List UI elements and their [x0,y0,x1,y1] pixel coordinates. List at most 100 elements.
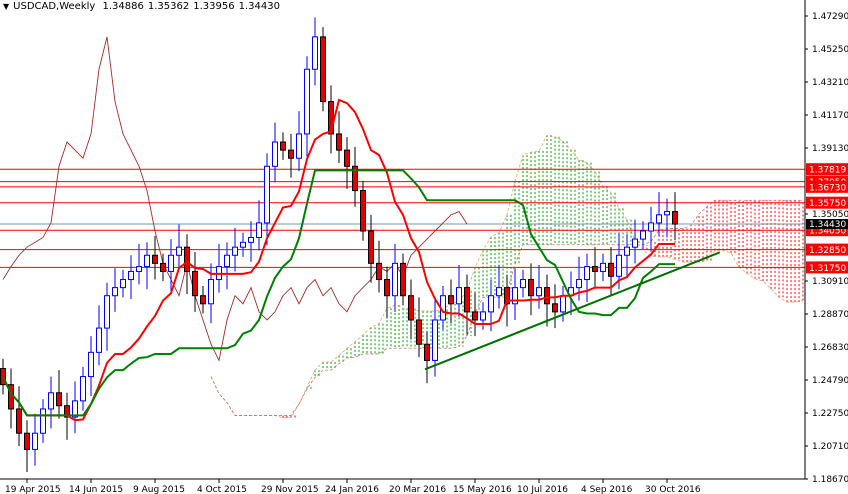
candle-body [160,262,166,272]
y-tick-label: 1.30910 [812,277,848,287]
candle [640,221,646,249]
y-tick-label: 1.45250 [812,45,848,55]
candle [200,286,206,314]
y-tick-label: 1.24790 [812,376,848,386]
candle [104,282,110,351]
candle [48,376,54,429]
candle-body [544,287,550,305]
candle-body [264,165,270,224]
x-tick-label: 24 Jan 2016 [325,485,379,494]
candle-body [384,279,390,297]
x-tick-label: 29 Nov 2015 [261,485,319,494]
candle-body [616,254,622,277]
price-chart[interactable]: 1.47290 1.45250 1.43210 1.41170 1.39130 1.350… [0,0,848,494]
candle-body [40,408,46,434]
x-tick-label: 15 May 2016 [453,485,512,494]
candle-body [448,295,454,305]
candle [128,255,134,299]
symbol-label: USDCAD,Weekly [13,1,96,12]
level-price-label: 1.31750 [809,264,846,274]
candle-body [496,287,502,297]
candle [32,413,38,466]
candle-body [152,254,158,264]
candle-body [664,211,670,216]
chikou-span [2,36,468,362]
candle [672,192,678,241]
candle-body [24,432,30,450]
candle [152,235,158,280]
candle [272,122,278,183]
x-tick-label: 19 Apr 2015 [5,485,61,494]
candle-body [376,262,382,281]
y-tick-label: 1.47290 [812,12,848,22]
candle-body [296,133,302,159]
candle-body [600,262,606,272]
candle [40,399,46,443]
candle [320,27,326,112]
candle-body [184,246,190,272]
level-price-label: 1.35750 [809,199,846,209]
candle-body [280,141,286,151]
open-value: 1.34886 [102,1,144,12]
y-tick-label: 1.20710 [812,442,848,452]
candle [424,331,430,384]
candle [408,279,414,340]
candle [544,274,550,327]
candle-body [576,279,582,289]
candle [472,292,478,337]
candle [336,111,342,164]
candle-body [424,343,430,361]
candle-body [408,295,414,321]
candle-body [392,262,398,297]
candle-body [648,222,654,232]
candle [648,206,654,251]
candle-body [56,392,62,407]
candle-body [656,214,662,224]
candle-body [256,222,262,238]
candle-body [456,287,462,305]
candle-body [240,241,246,248]
candle-body [96,327,102,353]
ichimoku-cloud [282,135,808,418]
candle-body [416,319,422,345]
kijun-sen [2,169,675,417]
x-tick-label: 4 Oct 2015 [197,485,247,494]
candle-body [16,408,22,434]
candle-body [200,295,206,305]
candle-body [120,279,126,289]
candle [296,111,302,172]
close-value: 1.34430 [238,1,280,12]
candle [656,192,662,236]
candle-body [112,287,118,297]
collapse-arrow-icon[interactable]: ▼ [3,2,9,11]
candle-body [552,303,558,313]
candle-body [88,351,94,378]
candle [352,146,358,207]
candle [80,366,86,411]
candle-body [128,270,134,281]
candle [16,386,22,447]
candle-body [480,311,486,321]
candle [392,243,398,312]
candle [88,336,94,397]
candle-body [592,266,598,272]
candle [384,266,390,319]
y-tick-label: 1.28870 [812,310,848,320]
candle [304,56,310,157]
candle-body [208,279,214,305]
candle-body [640,230,646,240]
candle [56,370,62,419]
candle-body [232,246,238,256]
candle [456,264,462,317]
candle [536,264,542,309]
candle [256,200,262,251]
candle [264,153,270,246]
level-price-label: 1.37819 [809,166,846,176]
candle-body [192,270,198,297]
candle [120,269,126,298]
x-tick-label: 10 Jul 2016 [517,485,568,494]
candle-body [104,295,110,329]
candle [328,85,334,154]
high-value: 1.35362 [147,1,190,12]
chart-window[interactable]: 1.47290 1.45250 1.43210 1.41170 1.39130 1.350… [0,0,848,494]
